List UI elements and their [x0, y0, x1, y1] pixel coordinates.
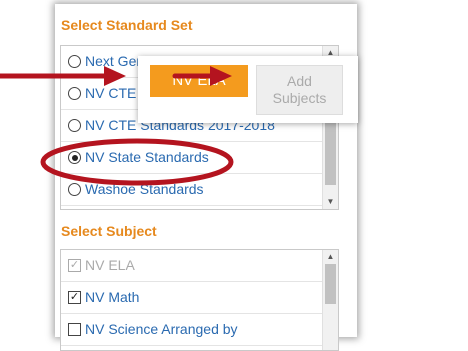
annotation-overlay: [0, 66, 234, 186]
left-arrow-head-icon: [104, 66, 126, 86]
right-arrow-head-icon: [210, 66, 232, 86]
highlight-ellipse-icon: [40, 138, 234, 186]
